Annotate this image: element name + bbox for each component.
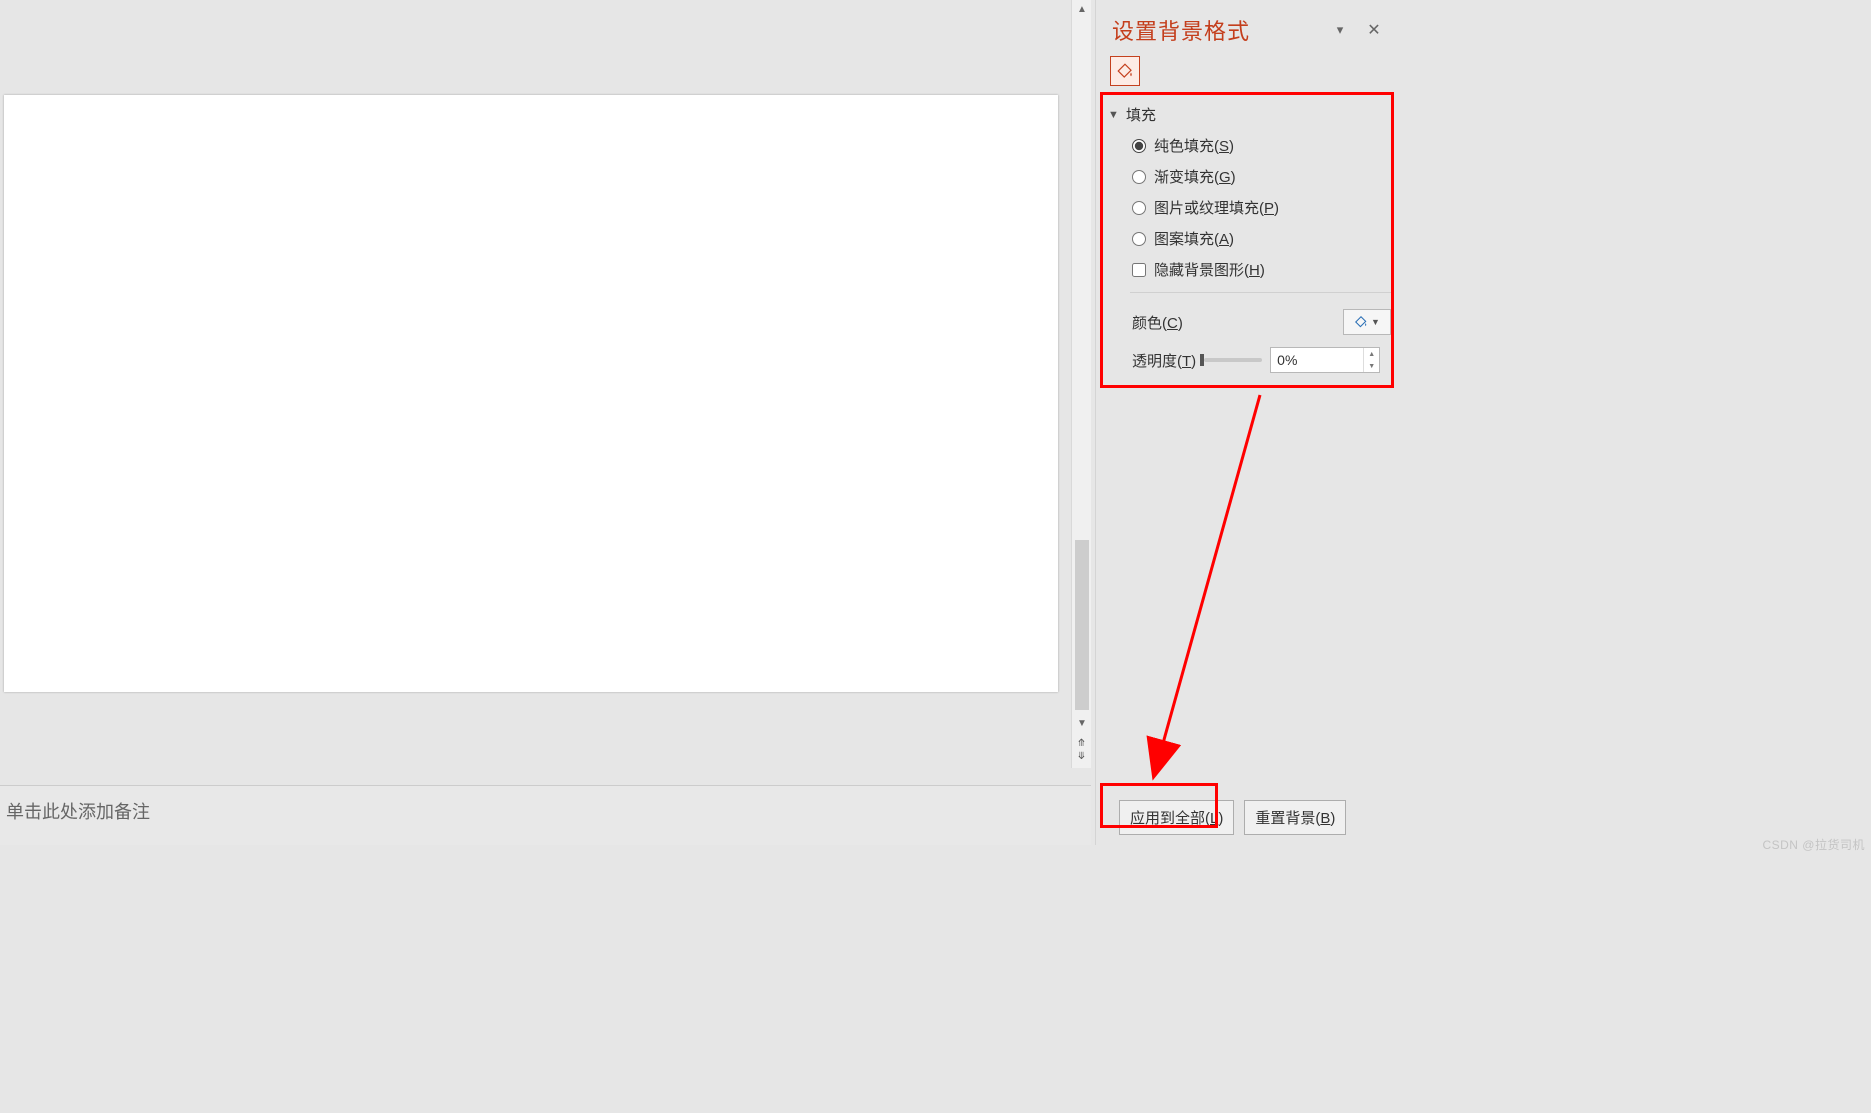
color-label: 颜色(C): [1132, 312, 1183, 333]
reset-background-button[interactable]: 重置背景(B): [1244, 800, 1346, 835]
pane-actions: 应用到全部(L) 重置背景(B): [1105, 790, 1360, 835]
chevron-down-icon: ▼: [1108, 109, 1120, 121]
next-slide-icon[interactable]: ⤋: [1077, 751, 1085, 762]
transparency-value[interactable]: 0%: [1271, 352, 1363, 368]
solid-fill-label: 纯色填充(S): [1154, 135, 1234, 156]
pane-header: 设置背景格式 ▾ ✕: [1096, 0, 1401, 52]
solid-fill-radio[interactable]: [1132, 139, 1146, 153]
fill-section-header[interactable]: ▼ 填充: [1106, 98, 1391, 135]
scroll-down-button[interactable]: ▼: [1072, 714, 1092, 732]
hide-bg-graphics-checkbox[interactable]: [1132, 263, 1146, 277]
pattern-fill-label: 图案填充(A): [1154, 228, 1234, 249]
pane-close-button[interactable]: ✕: [1363, 19, 1385, 41]
watermark-text: CSDN @拉货司机: [1762, 836, 1865, 853]
gradient-fill-radio[interactable]: [1132, 170, 1146, 184]
picture-fill-label: 图片或纹理填充(P): [1154, 197, 1279, 218]
paint-bucket-icon: [1116, 62, 1134, 80]
vertical-scrollbar[interactable]: ▲ ▼: [1071, 0, 1091, 732]
transparency-spinner[interactable]: 0% ▲ ▼: [1270, 347, 1380, 373]
pane-title: 设置背景格式: [1112, 14, 1329, 46]
spinner-down-icon[interactable]: ▼: [1364, 360, 1379, 372]
fill-section: ▼ 填充 纯色填充(S) 渐变填充(G) 图片或纹理填充(P): [1096, 96, 1401, 385]
notes-pane[interactable]: 单击此处添加备注: [0, 785, 1091, 845]
color-row: 颜色(C) ▼: [1106, 303, 1391, 341]
slider-thumb[interactable]: [1200, 354, 1204, 366]
scroll-thumb[interactable]: [1075, 540, 1089, 710]
apply-all-button[interactable]: 应用到全部(L): [1119, 800, 1234, 835]
transparency-row: 透明度(T) 0% ▲ ▼: [1106, 341, 1391, 379]
hide-bg-graphics-option[interactable]: 隐藏背景图形(H): [1132, 259, 1391, 280]
slide-nav-buttons[interactable]: ⤊ ⤋: [1071, 732, 1091, 768]
spinner-up-icon[interactable]: ▲: [1364, 348, 1379, 360]
picture-fill-radio[interactable]: [1132, 201, 1146, 215]
slide-edit-area: [0, 0, 1095, 785]
color-picker-button[interactable]: ▼: [1343, 309, 1391, 335]
pattern-fill-option[interactable]: 图案填充(A): [1132, 228, 1391, 249]
paint-bucket-icon: [1354, 315, 1368, 329]
hide-bg-graphics-label: 隐藏背景图形(H): [1154, 259, 1265, 280]
gradient-fill-option[interactable]: 渐变填充(G): [1132, 166, 1391, 187]
prev-slide-icon[interactable]: ⤊: [1077, 738, 1085, 749]
format-background-pane: 设置背景格式 ▾ ✕ ▼ 填充 纯色填充(S): [1095, 0, 1401, 845]
gradient-fill-label: 渐变填充(G): [1154, 166, 1236, 187]
solid-fill-option[interactable]: 纯色填充(S): [1132, 135, 1391, 156]
dropdown-caret-icon: ▼: [1371, 317, 1380, 327]
fill-section-label: 填充: [1126, 104, 1156, 125]
transparency-label: 透明度(T): [1132, 350, 1196, 371]
pattern-fill-radio[interactable]: [1132, 232, 1146, 246]
section-divider: [1130, 292, 1391, 293]
slide-canvas[interactable]: [4, 95, 1058, 692]
scroll-up-button[interactable]: ▲: [1072, 0, 1092, 18]
picture-fill-option[interactable]: 图片或纹理填充(P): [1132, 197, 1391, 218]
transparency-slider[interactable]: [1204, 358, 1262, 362]
pane-options-button[interactable]: ▾: [1329, 19, 1351, 41]
notes-placeholder: 单击此处添加备注: [6, 802, 150, 822]
fill-tab-button[interactable]: [1110, 56, 1140, 86]
